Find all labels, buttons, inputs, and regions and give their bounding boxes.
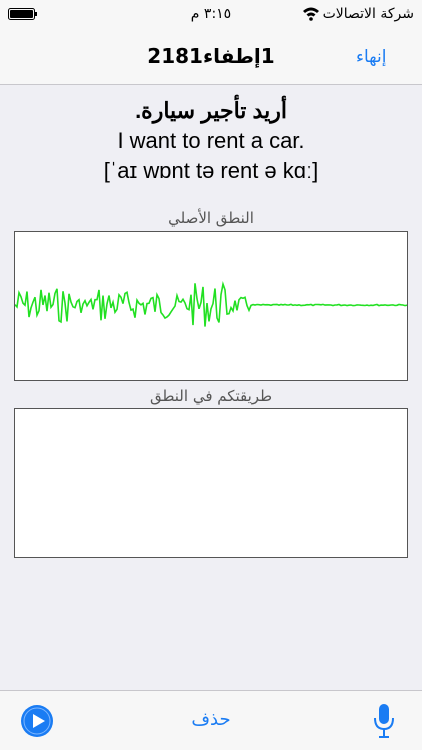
bottom-toolbar: حذف	[0, 690, 422, 750]
original-waveform	[14, 231, 408, 381]
original-pronunciation-label: النطق الأصلي	[168, 209, 254, 227]
microphone-icon[interactable]	[372, 702, 396, 740]
delete-button[interactable]: حذف	[0, 709, 422, 730]
phrase-arabic: أريد تأجير سيارة.	[135, 98, 287, 123]
wifi-icon	[303, 7, 319, 21]
your-pronunciation-label: طريقتكم في النطق	[149, 387, 273, 405]
waveform-line	[15, 281, 407, 327]
nav-bar: 1إطفاء2181 إنهاء	[0, 30, 422, 85]
phrase-ipa: [ˈaɪ wɒnt tə rent ə kɑː]	[103, 158, 319, 183]
waveform-graph	[15, 281, 407, 327]
phrase-block: أريد تأجير سيارة. I want to rent a car. …	[0, 96, 422, 186]
status-carrier: شركة الاتصالات	[322, 6, 414, 22]
status-bar: ٣:١٥ م شركة الاتصالات	[0, 0, 422, 30]
phrase-english: I want to rent a car.	[117, 128, 305, 153]
finish-button[interactable]: إنهاء	[356, 47, 386, 67]
recording-waveform	[14, 408, 408, 558]
